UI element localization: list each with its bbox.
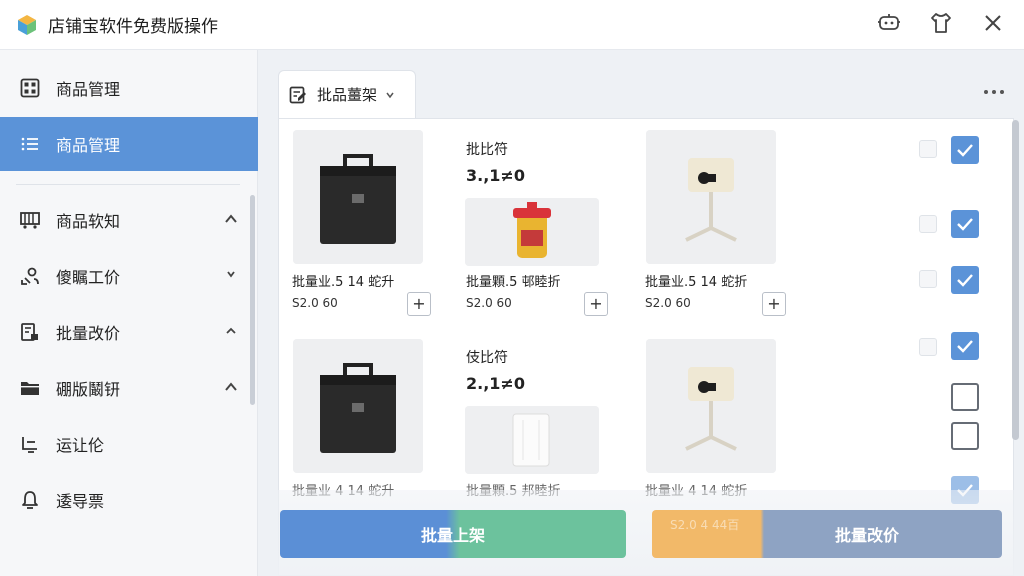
select-checkbox[interactable]	[951, 332, 979, 360]
sidebar-item-label: 批量改价	[56, 324, 121, 343]
row-checkbox[interactable]	[919, 338, 937, 356]
add-button[interactable]: +	[407, 292, 431, 316]
app-title: 店铺宝软件免费版操作	[48, 17, 218, 37]
row-checkbox[interactable]	[919, 270, 937, 288]
check-icon	[957, 340, 973, 353]
chat-bot-icon[interactable]	[876, 10, 902, 36]
sidebar-item-label: 商品管理	[56, 136, 121, 155]
row-checkbox[interactable]	[919, 215, 937, 233]
title-bar: 店铺宝软件免费版操作	[0, 0, 1024, 50]
more-options-button[interactable]	[980, 82, 1008, 102]
main-scrollbar[interactable]	[1012, 120, 1019, 440]
tab-label: 批品薑架	[317, 86, 378, 104]
product-image[interactable]	[646, 339, 776, 473]
more-icon	[984, 90, 1004, 94]
batch-label: 伎比符	[466, 350, 508, 366]
sidebar-item-product-management-active[interactable]: 商品管理	[0, 117, 258, 171]
cart-icon	[19, 209, 41, 231]
product-thumbnail[interactable]	[465, 198, 599, 266]
check-icon	[957, 218, 973, 231]
sidebar-item-label: 商品软知	[56, 212, 121, 231]
product-image[interactable]	[646, 130, 776, 264]
app-logo-icon	[18, 14, 36, 35]
sidebar-item-label: 逶导票	[56, 492, 105, 511]
product-name: 批量业.5 14 蛇折	[645, 275, 748, 290]
edit-doc-icon	[289, 86, 306, 103]
sidebar-item-folder[interactable]: 硼版鬫钘	[0, 361, 258, 415]
select-checkbox[interactable]	[951, 136, 979, 164]
product-image[interactable]	[293, 339, 423, 473]
batch-shelf-label: 批量上架	[420, 526, 485, 545]
tab-batch-shelf[interactable]: 批品薑架	[278, 70, 416, 118]
sidebar-item-batch-price[interactable]: 批量改价	[0, 305, 258, 359]
chevron-up-icon	[226, 327, 236, 334]
batch-label: 批比符	[466, 142, 508, 158]
shirt-icon[interactable]	[928, 10, 954, 36]
folder-icon	[19, 377, 41, 399]
select-checkbox[interactable]	[951, 422, 979, 450]
batch-value: 3.,1≠0	[466, 166, 525, 185]
row-checkbox[interactable]	[919, 140, 937, 158]
product-thumbnail[interactable]	[465, 406, 599, 474]
product-price: S2.0 60	[292, 296, 338, 310]
sidebar-scrollbar[interactable]	[250, 195, 255, 405]
product-name: 批量顆.5 邨睦折	[466, 275, 561, 290]
check-icon	[957, 274, 973, 287]
chevron-up-icon	[225, 214, 237, 223]
select-checkbox[interactable]	[951, 383, 979, 411]
grid-icon	[19, 77, 41, 99]
chevron-down-icon	[386, 92, 394, 98]
close-icon[interactable]	[980, 10, 1006, 36]
sidebar-item-product-info[interactable]: 商品软知	[0, 193, 258, 247]
sidebar-divider	[16, 184, 240, 185]
sidebar-item-label: 商品管理	[56, 80, 121, 99]
add-button[interactable]: +	[584, 292, 608, 316]
sidebar-item-label: 硼版鬫钘	[56, 380, 121, 399]
product-price: S2.0 60	[466, 296, 512, 310]
select-checkbox[interactable]	[951, 266, 979, 294]
sidebar-item-shipping[interactable]: 运让伦	[0, 417, 258, 471]
product-price: S2.0 60	[645, 296, 691, 310]
sidebar: 商品管理 商品管理 商品软知 傻瞩工价 批量改价 硼版鬫钘 运让伦 逶导票	[0, 50, 258, 576]
sidebar-item-user-price[interactable]: 傻瞩工价	[0, 249, 258, 303]
price-tag-icon	[19, 321, 41, 343]
product-name: 批量业.5 14 蛇升	[292, 275, 395, 290]
sidebar-item-label: 傻瞩工价	[56, 268, 121, 287]
batch-value: 2.,1≠0	[466, 374, 525, 393]
sidebar-item-product-management[interactable]: 商品管理	[0, 61, 258, 115]
add-button[interactable]: +	[762, 292, 786, 316]
title-actions	[876, 10, 1006, 36]
list-icon	[19, 133, 41, 155]
bell-icon	[19, 489, 41, 511]
batch-shelf-button[interactable]: 批量上架	[280, 510, 626, 558]
sidebar-item-notifications[interactable]: 逶导票	[0, 473, 258, 527]
select-checkbox[interactable]	[951, 210, 979, 238]
chevron-up-icon	[225, 382, 237, 391]
sidebar-item-label: 运让伦	[56, 436, 105, 455]
ghost-price-text: S2.0 4 44百	[670, 518, 740, 532]
product-image[interactable]	[293, 130, 423, 264]
batch-price-label: 批量改价	[834, 526, 899, 545]
monitor-icon	[19, 433, 41, 455]
user-edit-icon	[19, 265, 41, 287]
check-icon	[957, 144, 973, 157]
tab-bar: 批品薑架	[278, 70, 1014, 118]
chevron-down-icon	[227, 271, 235, 278]
